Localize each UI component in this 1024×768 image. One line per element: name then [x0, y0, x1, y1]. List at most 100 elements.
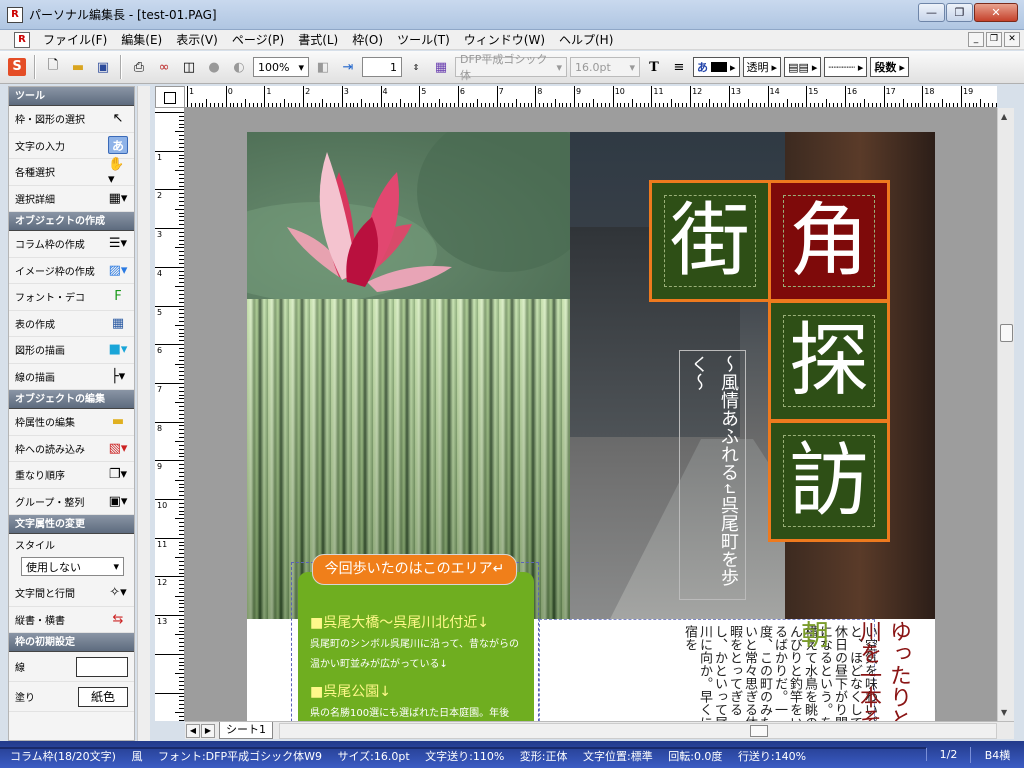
hscroll-thumb[interactable] — [750, 724, 768, 737]
binoculars-icon[interactable]: ∞ — [153, 56, 175, 78]
scroll-thumb[interactable] — [1000, 324, 1013, 342]
line-setting[interactable]: 線 — [9, 652, 134, 682]
area-title-pill[interactable]: 今回歩いたのはこのエリア↵ — [312, 554, 517, 585]
menu-view[interactable]: 表示(V) — [169, 30, 225, 50]
maximize-button[interactable]: ❐ — [946, 3, 973, 22]
app-logo-icon[interactable]: S — [6, 56, 28, 78]
align-icon[interactable]: ≡ — [668, 56, 690, 78]
menu-window[interactable]: ウィンドウ(W) — [457, 30, 552, 50]
tool-select-detail[interactable]: 選択詳細 ▦▾ — [9, 186, 134, 212]
tool-column-frame[interactable]: コラム枠の作成 ☰▾ — [9, 231, 134, 258]
tool-shape[interactable]: 図形の描画 ■▾ — [9, 337, 134, 364]
ruler-tick — [624, 103, 626, 107]
sheet-tab[interactable]: シート1 — [219, 722, 273, 739]
subtitle-text[interactable]: ～風情あふれる↵呉尾町を歩く～ — [684, 355, 743, 597]
open-folder-icon[interactable]: ▬ — [67, 56, 89, 78]
subtitle-frame[interactable]: ～風情あふれる↵呉尾町を歩く～ — [679, 350, 746, 600]
ruler-tick — [608, 103, 610, 107]
gradient-icon[interactable]: ▦ — [430, 56, 452, 78]
preview-icon[interactable]: ◫ — [178, 56, 200, 78]
save-icon[interactable]: ▣ — [92, 56, 114, 78]
scroll-up-icon[interactable]: ▲ — [1001, 112, 1007, 121]
lotus-photo[interactable] — [247, 132, 570, 299]
menu-file[interactable]: ファイル(F) — [36, 30, 114, 50]
new-icon[interactable]: 🗋 — [42, 56, 64, 78]
tool-frame-load[interactable]: 枠への読み込み ▧▾ — [9, 436, 134, 462]
page-nav-icon[interactable]: ⇥ — [337, 56, 359, 78]
page[interactable]: 街 角 探 訪 ～風情あふれる↵呉尾町を歩く～ い空気を味わい。と、ほどなくして… — [247, 132, 935, 721]
ruler-tick — [155, 537, 184, 539]
status-frame: コラム枠(18/20文字) — [10, 750, 116, 762]
line-swatch[interactable] — [76, 656, 128, 677]
doc-close-button[interactable]: ✕ — [1004, 32, 1020, 47]
text-color-box[interactable]: あ ▸ — [693, 57, 740, 77]
title-tile-3[interactable]: 探 — [768, 300, 890, 422]
ruler-tick — [179, 394, 184, 396]
ruler-tick — [829, 103, 831, 107]
vertical-scrollbar[interactable]: ▲ ▼ — [997, 108, 1014, 721]
area-item-title: ■呉尾公園↓ — [310, 684, 391, 700]
ruler-label: 11 — [157, 539, 168, 549]
title-tile-4[interactable]: 訪 — [768, 420, 890, 542]
menu-help[interactable]: ヘルプ(H) — [552, 30, 620, 50]
menu-page[interactable]: ページ(P) — [225, 30, 291, 50]
close-button[interactable]: ✕ — [974, 3, 1018, 22]
transparency-box[interactable]: 透明 ▸ — [742, 57, 782, 77]
fill-swatch[interactable]: 紙色 — [78, 686, 128, 707]
tool-line[interactable]: 線の描画 ├▾ — [9, 364, 134, 390]
menu-format[interactable]: 書式(L) — [291, 30, 345, 50]
area-info-box[interactable]: ■呉尾大橋～呉尾川北付近↓ 呉尾町のシンボル呉尾川に沿って、昔ながらの温かい町並… — [298, 572, 534, 721]
tool-select-frame[interactable]: 枠・図形の選択 ↖ — [9, 106, 134, 133]
doc-minimize-button[interactable]: _ — [968, 32, 984, 47]
document-canvas[interactable]: 街 角 探 訪 ～風情あふれる↵呉尾町を歩く～ い空気を味わい。と、ほどなくして… — [185, 108, 997, 721]
title-tile-2[interactable]: 角 — [768, 180, 890, 302]
app-icon[interactable]: R — [7, 6, 23, 23]
ruler-origin[interactable] — [155, 86, 185, 108]
line-style-box[interactable]: ▤▤ ▸ — [784, 57, 822, 77]
tool-various-select[interactable]: 各種選択 ✋▾ — [9, 157, 134, 187]
document-icon[interactable]: R — [14, 31, 30, 48]
zoom-select[interactable]: 100% ▾ — [253, 57, 309, 77]
vertical-ruler: 1 2 3 4 5 6 7 8 9 10 11 12 13 — [155, 108, 185, 721]
tool-image-frame[interactable]: イメージ枠の作成 ▨▾ — [9, 258, 134, 284]
stamp-icon[interactable]: ◐ — [228, 56, 250, 78]
tool-stack-order[interactable]: 重なり順序 ❐▾ — [9, 462, 134, 489]
tool-font-deco[interactable]: フォント・デコ F — [9, 284, 134, 311]
text-tool-icon[interactable]: T — [643, 56, 665, 78]
dash-style-box[interactable]: ┈┈┈┈ ▸ — [824, 57, 868, 77]
print-icon[interactable]: ⎙ — [128, 56, 150, 78]
toolbar-separator — [120, 55, 122, 79]
tool-writing-mode[interactable]: 縦書・横書 ⇆ — [9, 607, 134, 633]
menu-edit[interactable]: 編集(E) — [114, 30, 169, 50]
style-select[interactable]: 使用しない ▾ — [21, 557, 124, 576]
tool-text-input[interactable]: 文字の入力 あ — [9, 133, 134, 159]
ruler-tick — [179, 409, 184, 411]
doc-restore-button[interactable]: ❐ — [986, 32, 1002, 47]
shape-icon[interactable]: ● — [203, 56, 225, 78]
tool-frame-attr[interactable]: 枠属性の編集 ▬ — [9, 409, 134, 436]
minimize-button[interactable]: — — [918, 3, 945, 22]
page-number-input[interactable]: 1 — [362, 57, 402, 77]
tool-table[interactable]: 表の作成 ▦ — [9, 311, 134, 337]
page-spinner-icon[interactable]: ⇕ — [405, 56, 427, 78]
ruler-tick — [926, 103, 928, 107]
menu-frame[interactable]: 枠(O) — [345, 30, 390, 50]
scroll-down-icon[interactable]: ▼ — [1001, 708, 1007, 717]
font-size-select[interactable]: 16.0pt ▾ — [570, 57, 640, 77]
font-select[interactable]: DFP平成ゴシック体 ▾ — [455, 53, 567, 82]
menu-tools[interactable]: ツール(T) — [390, 30, 457, 50]
ruler-tick — [179, 379, 184, 381]
horizontal-scrollbar[interactable] — [279, 722, 997, 739]
ruler-tick — [179, 212, 184, 214]
tool-group-align[interactable]: グループ・整列 ▣▾ — [9, 489, 134, 515]
title-tile-1[interactable]: 街 — [649, 180, 771, 302]
tool-char-spacing[interactable]: 文字間と行間 ✧▾ — [9, 580, 134, 607]
columns-box[interactable]: 段数 ▸ — [870, 57, 909, 77]
sheet-next-icon[interactable]: ▶ — [201, 723, 215, 738]
panel-scrollbar[interactable] — [137, 86, 150, 741]
table-icon: ▦ — [111, 315, 125, 331]
page-prev-icon[interactable]: ◧ — [312, 56, 334, 78]
sheet-prev-icon[interactable]: ◀ — [186, 723, 200, 738]
fill-setting[interactable]: 塗り 紙色 — [9, 682, 134, 712]
ruler-tick — [225, 86, 227, 107]
